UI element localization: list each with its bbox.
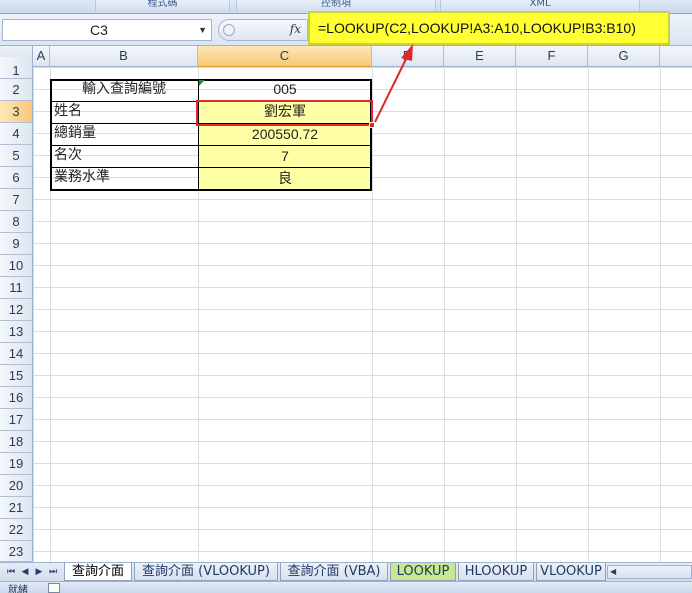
column-header-a[interactable]: A (33, 46, 50, 67)
table-divider (50, 167, 372, 168)
last-sheet-icon[interactable]: ⏭ (46, 565, 60, 579)
formula-input[interactable]: =LOOKUP(C2,LOOKUP!A3:A10,LOOKUP!B3:B10) (308, 11, 670, 45)
next-sheet-icon[interactable]: ▶ (32, 565, 46, 579)
macro-record-icon[interactable] (48, 583, 60, 593)
horizontal-scrollbar[interactable]: ◀ (607, 565, 692, 579)
status-bar: 就緒 (0, 581, 692, 593)
formula-controls: fx (218, 19, 308, 41)
row-header-3[interactable]: 3 (0, 101, 33, 123)
row-header-7[interactable]: 7 (0, 189, 33, 211)
row-header-14[interactable]: 14 (0, 343, 33, 365)
insert-function-icon[interactable]: fx (290, 22, 301, 36)
resize-handle-icon[interactable] (223, 24, 235, 36)
table-divider (50, 145, 372, 146)
gridline (588, 67, 589, 562)
table-border (50, 79, 372, 191)
active-cell-selection (196, 100, 375, 128)
gridline (372, 67, 373, 562)
prev-sheet-icon[interactable]: ◀ (18, 565, 32, 579)
column-header-e[interactable]: E (444, 46, 516, 67)
row-header-8[interactable]: 8 (0, 211, 33, 233)
tab-query-vlookup[interactable]: 查詢介面 (VLOOKUP) (134, 563, 278, 581)
first-sheet-icon[interactable]: ⏮ (4, 565, 18, 579)
sheet-tab-bar: ⏮ ◀ ▶ ⏭ 查詢介面 查詢介面 (VLOOKUP) 查詢介面 (VBA) L… (0, 562, 692, 581)
tab-query[interactable]: 查詢介面 (64, 563, 132, 581)
column-header-g[interactable]: G (588, 46, 660, 67)
row-header-2[interactable]: 2 (0, 79, 33, 101)
row-header-5[interactable]: 5 (0, 145, 33, 167)
column-header-b[interactable]: B (50, 46, 198, 67)
row-header-9[interactable]: 9 (0, 233, 33, 255)
name-box[interactable]: C3 ▼ (2, 19, 212, 41)
table-divider (198, 79, 199, 191)
row-header-10[interactable]: 10 (0, 255, 33, 277)
column-header-f[interactable]: F (516, 46, 588, 67)
tab-query-vba[interactable]: 查詢介面 (VBA) (280, 563, 388, 581)
gridline (516, 67, 517, 562)
row-header-18[interactable]: 18 (0, 431, 33, 453)
tab-vlookup[interactable]: VLOOKUP (536, 563, 606, 581)
name-box-value: C3 (90, 22, 108, 38)
ribbon-group-code[interactable]: 程式碼 (95, 0, 230, 13)
column-header-next[interactable] (660, 46, 692, 67)
row-header-20[interactable]: 20 (0, 475, 33, 497)
error-indicator-icon[interactable] (199, 80, 205, 86)
row-header-17[interactable]: 17 (0, 409, 33, 431)
row-header-1[interactable]: 1 (0, 57, 33, 79)
row-header-19[interactable]: 19 (0, 453, 33, 475)
row-header-4[interactable]: 4 (0, 123, 33, 145)
status-text: 就緒 (8, 585, 28, 593)
row-header-12[interactable]: 12 (0, 299, 33, 321)
gridline (660, 67, 661, 562)
tab-lookup[interactable]: LOOKUP (390, 563, 456, 581)
row-header-21[interactable]: 21 (0, 497, 33, 519)
row-header-11[interactable]: 11 (0, 277, 33, 299)
row-header-15[interactable]: 15 (0, 365, 33, 387)
tab-hlookup[interactable]: HLOOKUP (458, 563, 534, 581)
chevron-down-icon[interactable]: ▼ (198, 20, 207, 40)
column-header-d[interactable]: D (372, 46, 444, 67)
row-header-22[interactable]: 22 (0, 519, 33, 541)
row-header-6[interactable]: 6 (0, 167, 33, 189)
fill-handle[interactable] (369, 122, 375, 128)
column-header-c[interactable]: C (198, 46, 372, 67)
scroll-left-icon[interactable]: ◀ (610, 567, 620, 577)
row-header-13[interactable]: 13 (0, 321, 33, 343)
gridline (444, 67, 445, 562)
row-header-16[interactable]: 16 (0, 387, 33, 409)
row-header-23[interactable]: 23 (0, 541, 33, 562)
